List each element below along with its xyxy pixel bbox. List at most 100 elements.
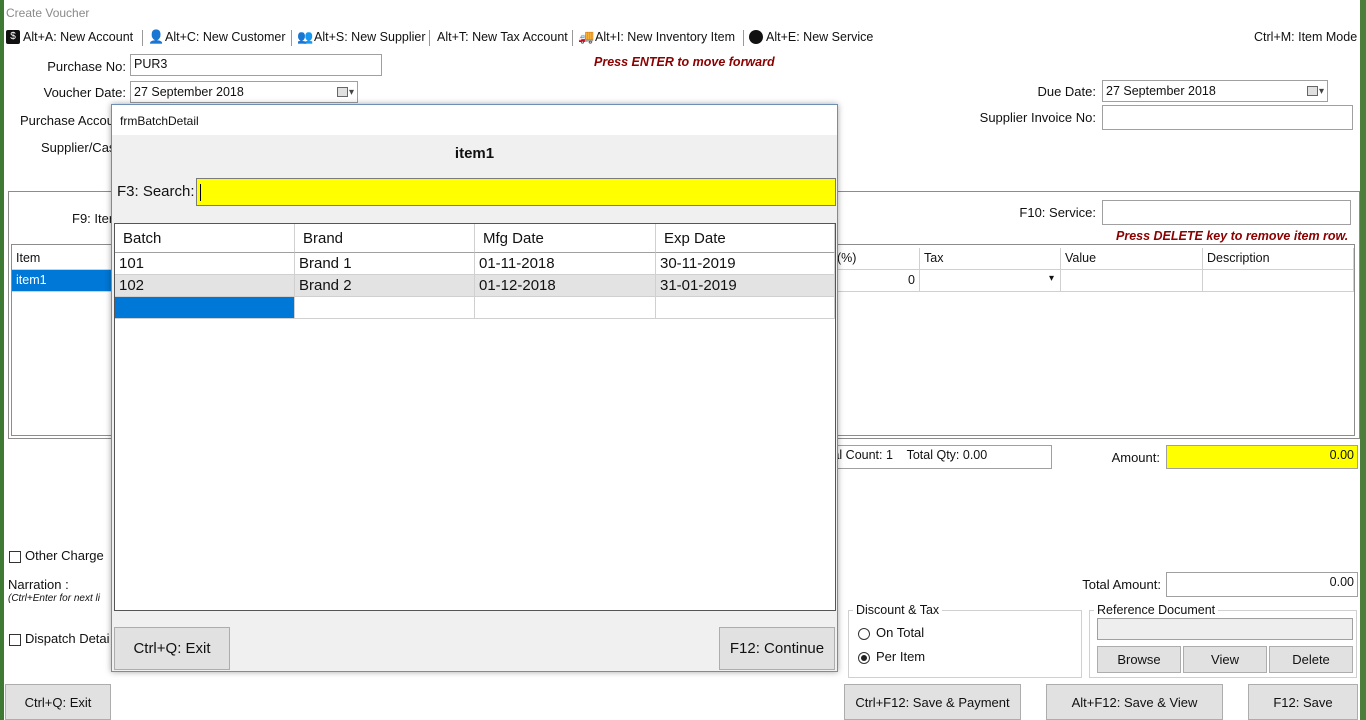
reference-document-title: Reference Document: [1094, 603, 1219, 617]
supplier-invoice-input[interactable]: [1102, 105, 1353, 130]
purchase-no-input[interactable]: PUR3: [130, 54, 382, 76]
calendar-icon[interactable]: ▾: [336, 87, 354, 98]
due-date-picker[interactable]: 27 September 2018 ▾: [1102, 80, 1328, 102]
new-row-cell[interactable]: [475, 297, 656, 319]
column-header-mfg-date[interactable]: Mfg Date: [475, 224, 656, 253]
mfg-date-cell[interactable]: 01-11-2018: [475, 253, 656, 275]
chevron-down-icon[interactable]: ▾: [1049, 273, 1054, 284]
grid-cell-percent[interactable]: 0: [833, 270, 920, 292]
text-caret: [200, 184, 201, 201]
delete-button[interactable]: Delete: [1269, 646, 1353, 673]
divider: [142, 30, 143, 46]
grid-cell-tax[interactable]: ▾: [920, 270, 1061, 292]
new-row-cell-selected[interactable]: [115, 297, 295, 319]
grid-cell-description[interactable]: [1203, 270, 1354, 292]
f10-service-label: F10: Service:: [1019, 205, 1096, 220]
desktop-edge-right: [1360, 0, 1366, 720]
batch-detail-dialog: frmBatchDetail item1 F3: Search: Batch B…: [111, 104, 838, 672]
exp-date-cell[interactable]: 31-01-2019: [656, 275, 835, 297]
search-input[interactable]: [196, 178, 836, 206]
divider: [743, 30, 744, 46]
new-customer-shortcut[interactable]: 👤 Alt+C: New Customer: [148, 30, 286, 45]
column-header-description[interactable]: Description: [1203, 248, 1354, 270]
item-mode-shortcut[interactable]: Ctrl+M: Item Mode: [1254, 30, 1357, 44]
column-header-tax[interactable]: Tax: [920, 248, 1061, 270]
total-amount-label: Total Amount:: [1082, 577, 1161, 592]
dialog-title: frmBatchDetail: [112, 105, 837, 135]
save-button[interactable]: F12: Save: [1248, 684, 1358, 720]
supplier-icon: 👥: [297, 29, 314, 44]
checkbox-box: [9, 633, 21, 646]
other-charge-checkbox[interactable]: Other Charge: [9, 548, 104, 563]
shortcut-label: Alt+E: New Service: [766, 30, 874, 44]
supplier-invoice-label: Supplier Invoice No:: [979, 110, 1096, 125]
purchase-no-label: Purchase No:: [47, 59, 126, 74]
new-supplier-shortcut[interactable]: 👥 Alt+S: New Supplier: [297, 29, 426, 45]
reference-document-input[interactable]: [1097, 618, 1353, 640]
new-inventory-item-shortcut[interactable]: 🚚 Alt+I: New Inventory Item: [578, 29, 735, 45]
exp-date-cell[interactable]: 30-11-2019: [656, 253, 835, 275]
dollar-icon: $: [6, 30, 20, 44]
view-button[interactable]: View: [1183, 646, 1267, 673]
voucher-date-value: 27 September 2018: [134, 85, 244, 99]
column-header-brand[interactable]: Brand: [295, 224, 475, 253]
window-title: Create Voucher: [6, 6, 90, 20]
checkbox-box: [9, 550, 21, 563]
service-icon: [749, 30, 763, 44]
other-charge-label: Other Charge: [25, 548, 104, 563]
continue-button[interactable]: F12: Continue: [719, 627, 835, 670]
count-qty-box: tal Count: 1 Total Qty: 0.00: [825, 445, 1052, 469]
new-tax-account-shortcut[interactable]: Alt+T: New Tax Account: [437, 30, 568, 44]
brand-cell[interactable]: Brand 1: [295, 253, 475, 275]
save-view-button[interactable]: Alt+F12: Save & View: [1046, 684, 1223, 720]
due-date-value: 27 September 2018: [1106, 84, 1216, 98]
divider: [572, 30, 573, 46]
shortcut-label: Alt+A: New Account: [23, 30, 134, 44]
column-header-batch[interactable]: Batch: [115, 224, 295, 253]
column-header-value[interactable]: Value: [1061, 248, 1203, 270]
brand-cell[interactable]: Brand 2: [295, 275, 475, 297]
total-amount-value: 0.00: [1166, 572, 1358, 597]
exit-button[interactable]: Ctrl+Q: Exit: [5, 684, 111, 720]
discount-tax-group: [848, 610, 1082, 678]
narration-hint: (Ctrl+Enter for next li: [8, 593, 100, 604]
shortcut-label: Ctrl+M: Item Mode: [1254, 30, 1358, 44]
amount-value: 0.00: [1166, 445, 1358, 469]
dispatch-details-checkbox[interactable]: Dispatch Detai: [9, 631, 110, 646]
service-input[interactable]: [1102, 200, 1351, 225]
shortcut-label: Alt+T: New Tax Account: [437, 30, 568, 44]
divider: [291, 30, 292, 46]
delete-hint: Press DELETE key to remove item row.: [1116, 229, 1349, 243]
enter-hint: Press ENTER to move forward: [594, 55, 775, 69]
grid-cell-item[interactable]: item1: [12, 270, 112, 292]
calendar-icon[interactable]: ▾: [1306, 86, 1324, 97]
grid-cell-value[interactable]: [1061, 270, 1203, 292]
new-account-shortcut[interactable]: $ Alt+A: New Account: [6, 30, 133, 44]
new-row-cell[interactable]: [295, 297, 475, 319]
amount-label: Amount:: [1111, 450, 1160, 465]
column-header-item[interactable]: Item: [12, 248, 112, 270]
new-service-shortcut[interactable]: Alt+E: New Service: [749, 30, 873, 44]
mfg-date-cell[interactable]: 01-12-2018: [475, 275, 656, 297]
dialog-exit-button[interactable]: Ctrl+Q: Exit: [114, 627, 230, 670]
per-item-label: Per Item: [876, 649, 926, 664]
voucher-date-picker[interactable]: 27 September 2018 ▾: [130, 81, 358, 103]
new-row-cell[interactable]: [656, 297, 835, 319]
batch-cell[interactable]: 101: [115, 253, 295, 275]
column-header-exp-date[interactable]: Exp Date: [656, 224, 835, 253]
truck-icon: 🚚: [578, 29, 595, 44]
purchase-account-label: Purchase Accou: [20, 113, 114, 128]
count-qty-text: tal Count: 1 Total Qty: 0.00: [829, 448, 988, 462]
dialog-heading: item1: [454, 145, 495, 162]
browse-button[interactable]: Browse: [1097, 646, 1181, 673]
column-header-percent[interactable]: (%): [833, 248, 920, 270]
shortcut-label: Alt+C: New Customer: [165, 30, 286, 44]
on-total-radio[interactable]: On Total: [858, 625, 924, 640]
f9-item-label: F9: Iter: [72, 211, 114, 226]
per-item-radio[interactable]: Per Item: [858, 649, 925, 664]
shortcut-bar: $ Alt+A: New Account 👤 Alt+C: New Custom…: [4, 28, 1360, 48]
batch-grid: Batch Brand Mfg Date Exp Date 101 Brand …: [114, 223, 836, 611]
supplier-label: Supplier/Cas: [41, 140, 116, 155]
save-payment-button[interactable]: Ctrl+F12: Save & Payment: [844, 684, 1021, 720]
batch-cell[interactable]: 102: [115, 275, 295, 297]
